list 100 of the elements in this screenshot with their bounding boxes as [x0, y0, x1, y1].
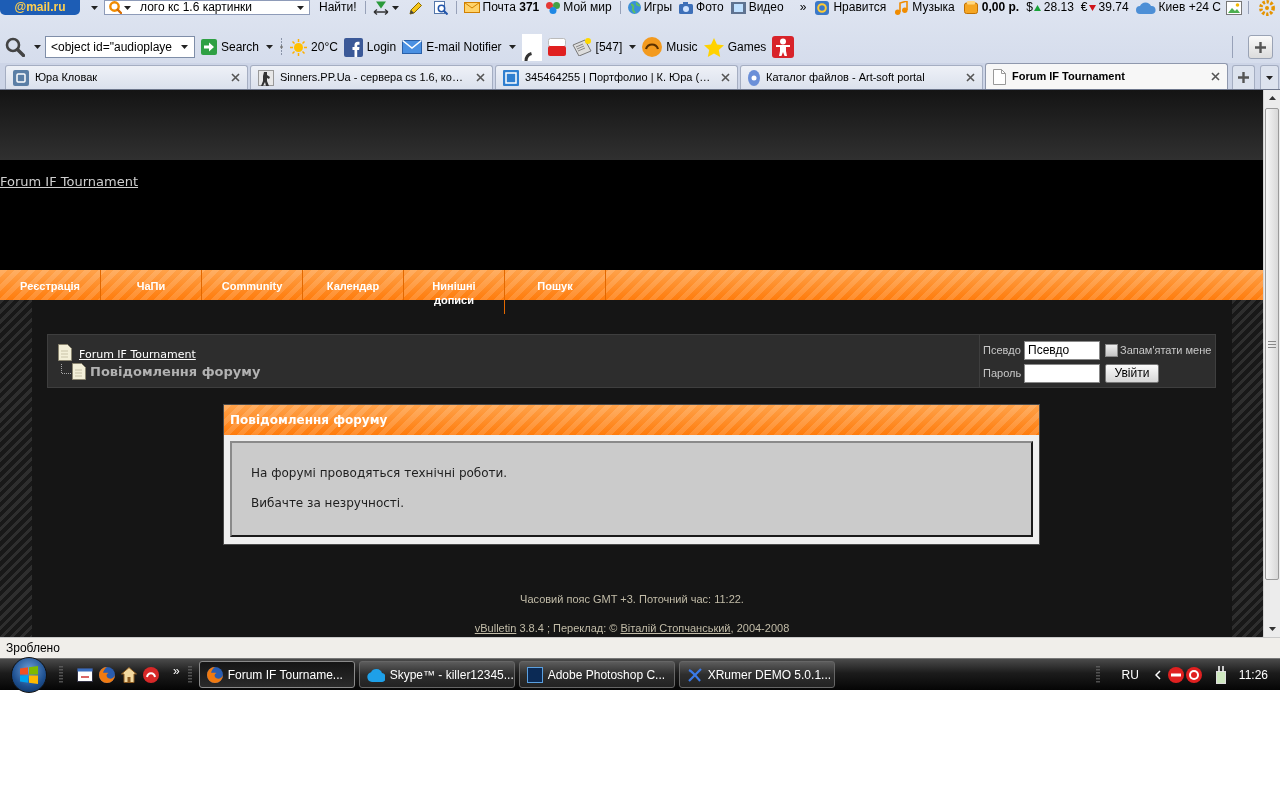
envelope-icon	[463, 2, 480, 13]
exchange-rate: 28.13	[1043, 0, 1074, 15]
taskbar-button[interactable]: XRumer DEMO 5.0.1...	[678, 661, 835, 688]
tree-line-icon	[61, 364, 72, 374]
start-button[interactable]	[11, 656, 47, 693]
quick-launch-button[interactable]	[121, 666, 137, 683]
language-indicator: RU	[1121, 667, 1139, 682]
arrow-right-icon	[201, 39, 217, 55]
toolbar-button[interactable]	[521, 33, 542, 61]
scrollbar-thumb[interactable]	[1265, 108, 1279, 580]
status-text: Зроблено	[6, 641, 60, 655]
caret-icon	[91, 5, 98, 10]
weather-link[interactable]: Киев +24 С	[1135, 0, 1221, 15]
breadcrumb-current: Повідомлення форуму	[90, 364, 261, 380]
checkbox[interactable]	[1105, 344, 1118, 357]
field-label: Псевдо	[983, 344, 1021, 357]
close-icon	[1211, 72, 1220, 81]
caret-icon	[124, 5, 131, 10]
close-icon	[966, 73, 975, 82]
username-field[interactable]: Псевдо	[1024, 341, 1100, 360]
footer-link[interactable]: Віталій Стопчанський	[620, 622, 731, 634]
toolbar-link[interactable]: Мой мир	[546, 0, 612, 15]
globe-icon	[99, 666, 115, 683]
toolbar-button[interactable]: [547]	[571, 35, 637, 59]
toolbar-button[interactable]: Login	[343, 35, 397, 59]
toolbar-button[interactable]: Search	[201, 35, 274, 59]
window-icon	[77, 667, 93, 682]
logo[interactable]: @mail.ru	[0, 0, 80, 15]
close-icon	[721, 73, 730, 82]
password-field[interactable]	[1024, 364, 1100, 383]
circle-wave-icon	[642, 37, 663, 57]
add-button[interactable]	[1248, 35, 1273, 59]
quick-launch-more[interactable]: »	[173, 663, 180, 678]
search-icon	[5, 37, 25, 57]
tab[interactable]: Forum IF Tournament	[985, 63, 1228, 89]
toolbar-link[interactable]: Игры	[627, 0, 673, 15]
new-tab-button[interactable]	[1232, 65, 1255, 89]
taskbar-button[interactable]: Forum IF Tourname...	[198, 661, 355, 688]
quick-launch-button[interactable]	[143, 666, 159, 683]
taskbar-button[interactable]: Adobe Photoshop C...	[518, 661, 675, 688]
tab[interactable]: Sinners.PP.Ua - сервера cs 1.6, ко…	[250, 65, 493, 89]
footer-link[interactable]: vBulletin	[474, 622, 517, 634]
toolbar-button[interactable]: Games	[703, 35, 767, 59]
tile-icon	[13, 69, 29, 86]
quick-launch-button[interactable]	[77, 667, 93, 682]
plug-icon	[1214, 665, 1227, 684]
breadcrumb-link[interactable]: Forum IF Tournament	[79, 348, 196, 361]
toolbar-link[interactable]: Видео	[730, 0, 784, 15]
house-icon	[121, 666, 137, 683]
footer-credits: vBulletin 3.8.4 ; Переклад: © Віталій Стопчанський, 2004-2008	[474, 622, 790, 635]
picture-icon	[1226, 0, 1242, 15]
field-label: Пароль	[983, 367, 1022, 380]
currency-symbol: $	[1026, 0, 1033, 15]
checkbox-label: Запам'ятати мене	[1120, 344, 1212, 357]
wallet-icon	[963, 1, 978, 14]
login-button[interactable]: Увійти	[1105, 364, 1159, 383]
combo-field[interactable]: <object id="audioplaye	[45, 36, 195, 58]
caret-icon	[1266, 75, 1273, 80]
clock: 11:26	[1238, 667, 1268, 682]
drop-icon	[748, 69, 760, 86]
search-field[interactable]: лого кс 1.6 картинки	[104, 0, 310, 15]
notice-text: Вибачте за незручності.	[251, 495, 404, 511]
site-title-link[interactable]: Forum IF Tournament	[0, 174, 139, 189]
taskbar-button[interactable]: Skype™ - killer12345...	[358, 661, 515, 688]
exchange-rate: 39.74	[1098, 0, 1129, 15]
magnifier-icon	[109, 1, 122, 14]
plus-icon	[1238, 72, 1249, 83]
grip-icon	[187, 665, 192, 684]
toolbar-link[interactable]: 0,00 р.	[963, 0, 1020, 15]
toolbar-link[interactable]: Фото	[679, 0, 724, 15]
search-button[interactable]: Найти!	[318, 0, 358, 15]
video-icon	[547, 38, 566, 56]
tab[interactable]: 345464255 | Портфолио | К. Юра (…	[495, 65, 738, 89]
tile-icon	[503, 69, 519, 86]
toolbar-button[interactable]: Music	[642, 35, 698, 59]
notice-text: На форумі проводяться технічні роботи.	[251, 465, 508, 481]
toolbar-button[interactable]: 20°C	[290, 35, 338, 59]
more-button[interactable]: »	[799, 0, 807, 15]
scrollbar[interactable]	[1263, 90, 1280, 637]
star-icon	[703, 37, 724, 57]
page-icon	[58, 344, 72, 361]
tab-list-button[interactable]	[1260, 65, 1279, 89]
grip-icon	[279, 38, 285, 56]
colored-dots-icon	[546, 1, 561, 14]
quick-launch-button[interactable]	[99, 666, 115, 683]
toolbar-button[interactable]: E-mail Notifier	[402, 35, 516, 59]
swirl-icon	[143, 666, 159, 683]
toolbar-link[interactable]: Почта 371	[463, 0, 540, 15]
envelope-icon	[402, 40, 423, 54]
close-icon	[231, 73, 240, 82]
arrows-icon	[372, 0, 389, 15]
tab[interactable]: Юра Кловак	[5, 65, 248, 89]
globe-icon	[627, 1, 641, 14]
tab[interactable]: Каталог файлов - Art-soft portal	[740, 65, 983, 89]
blank-tile-icon	[521, 33, 542, 61]
ring-badge-icon	[815, 0, 830, 15]
grip-icon	[59, 665, 63, 684]
toolbar-link[interactable]: Нравится	[815, 0, 887, 15]
toolbar-link[interactable]: Музыка	[895, 0, 955, 15]
currency-symbol: €	[1080, 0, 1088, 15]
